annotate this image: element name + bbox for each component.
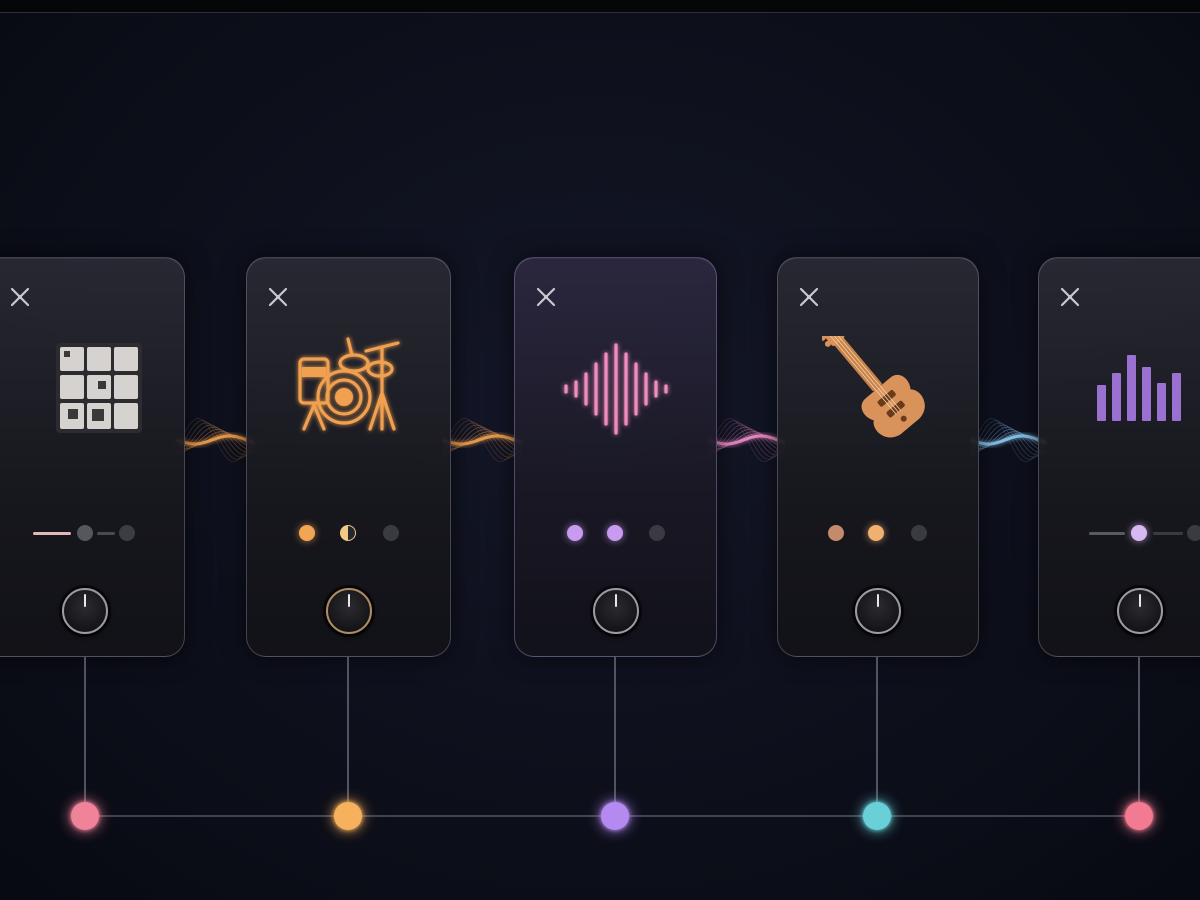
routing-line xyxy=(876,657,878,807)
channel-card-pad-grid xyxy=(0,257,185,657)
record-dot[interactable] xyxy=(607,525,623,541)
waveform-icon xyxy=(560,343,672,439)
level-slider-fill[interactable] xyxy=(33,532,71,535)
knob-icon[interactable] xyxy=(1117,588,1163,634)
pad-grid-icon xyxy=(56,343,142,437)
equalizer-bars-icon xyxy=(1097,353,1183,425)
knob-icon[interactable] xyxy=(325,588,372,634)
routing-line xyxy=(1138,657,1140,807)
plugin-chain-stage xyxy=(0,0,1200,900)
channel-controls xyxy=(0,523,184,545)
channel-card-equalizer xyxy=(1038,257,1200,657)
mute-dot[interactable] xyxy=(119,525,135,541)
mute-dot[interactable] xyxy=(911,525,927,541)
channel-node-bass-guitar[interactable] xyxy=(863,802,891,830)
channel-controls xyxy=(515,523,716,545)
routing-line xyxy=(84,657,86,807)
channel-controls xyxy=(778,523,978,545)
solo-dot[interactable] xyxy=(299,525,315,541)
level-slider-track[interactable] xyxy=(97,532,115,535)
level-slider-track[interactable] xyxy=(1089,532,1125,535)
solo-dot[interactable] xyxy=(567,525,583,541)
routing-line xyxy=(347,657,349,807)
channel-node-drum-kit[interactable] xyxy=(334,802,362,830)
knob-icon[interactable] xyxy=(592,588,639,634)
record-dot[interactable] xyxy=(868,525,884,541)
channel-card-bass-guitar xyxy=(777,257,979,657)
channel-node-equalizer[interactable] xyxy=(1125,802,1153,830)
channel-controls xyxy=(247,523,450,545)
drum-kit-icon xyxy=(294,333,404,437)
channel-controls xyxy=(1039,523,1200,545)
half-dot[interactable] xyxy=(340,525,356,541)
level-slider-rest[interactable] xyxy=(1153,532,1183,535)
channel-node-pad-grid[interactable] xyxy=(71,802,99,830)
close-icon[interactable] xyxy=(533,284,559,310)
channel-node-waveform[interactable] xyxy=(601,802,629,830)
mute-dot[interactable] xyxy=(383,525,399,541)
close-icon[interactable] xyxy=(265,284,291,310)
level-slider-handle[interactable] xyxy=(77,525,93,541)
close-icon[interactable] xyxy=(796,284,822,310)
close-icon[interactable] xyxy=(7,284,33,310)
routing-line xyxy=(614,657,616,807)
solo-dot[interactable] xyxy=(828,525,844,541)
channel-card-waveform xyxy=(514,257,717,657)
knob-icon[interactable] xyxy=(855,588,901,634)
mute-dot[interactable] xyxy=(649,525,665,541)
channel-card-drum-kit xyxy=(246,257,451,657)
level-slider-handle[interactable] xyxy=(1131,525,1147,541)
close-icon[interactable] xyxy=(1057,284,1083,310)
bass-guitar-icon xyxy=(819,321,934,444)
knob-icon[interactable] xyxy=(62,588,108,634)
mute-dot[interactable] xyxy=(1187,525,1200,541)
